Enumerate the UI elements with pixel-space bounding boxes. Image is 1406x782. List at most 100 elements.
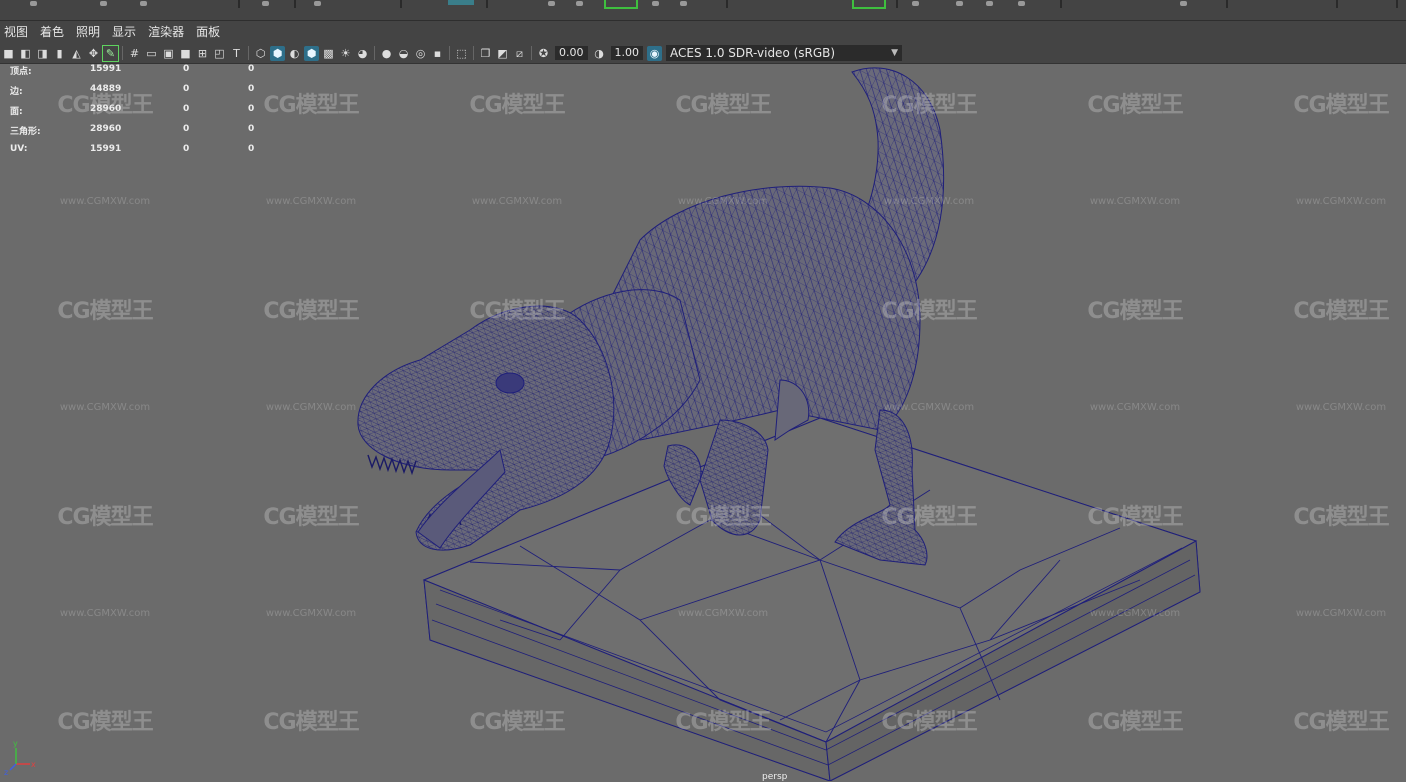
shelf-icon[interactable] [986, 1, 993, 6]
shelf-divider [400, 0, 402, 8]
shelf-icon[interactable] [140, 1, 147, 6]
snap-bracket-icon[interactable] [852, 0, 886, 9]
toolbar-divider [531, 46, 532, 60]
hud-selected: 0 [183, 84, 190, 94]
menu-lighting[interactable]: 照明 [72, 21, 108, 43]
select-camera-icon[interactable]: ■ [1, 46, 16, 61]
gamma-icon[interactable]: ◑ [592, 46, 607, 61]
wireframe-scene [357, 67, 1201, 781]
eye [495, 372, 525, 394]
shelf-divider [238, 0, 240, 8]
shadows-icon[interactable]: ◕ [355, 46, 370, 61]
hud-row-triangles: 三角形: 28960 0 0 [0, 120, 270, 140]
shelf-icon[interactable] [30, 1, 37, 6]
exposure-icon[interactable]: ✪ [536, 46, 551, 61]
shelf-icon[interactable] [680, 1, 687, 6]
hud-value: 15991 [90, 144, 122, 154]
shelf-icon[interactable] [314, 1, 321, 6]
menu-renderer[interactable]: 渲染器 [144, 21, 192, 43]
toolbar-divider [449, 46, 450, 60]
hud-selected: 0 [183, 144, 190, 154]
film-gate-icon[interactable]: ▭ [144, 46, 159, 61]
motion-blur-icon[interactable]: ◒ [396, 46, 411, 61]
grease-pencil-icon[interactable]: ✎ [102, 44, 119, 62]
hud-selected: 0 [183, 124, 190, 134]
hud-components: 0 [248, 104, 255, 114]
shelf-icon[interactable] [1018, 1, 1025, 6]
menu-show[interactable]: 显示 [108, 21, 144, 43]
hud-label: 边: [10, 87, 23, 97]
view-axis-gizmo: x y z [4, 739, 36, 776]
anti-aliasing-icon[interactable]: ◎ [413, 46, 428, 61]
shelf-divider [1060, 0, 1062, 8]
snap-bracket-icon[interactable] [604, 0, 638, 9]
bookmark-camera-icon[interactable]: ◨ [35, 46, 50, 61]
shelf-icon[interactable] [576, 1, 583, 6]
hud-components: 0 [248, 124, 255, 134]
default-material-icon[interactable]: ◐ [287, 46, 302, 61]
shelf-icon[interactable] [956, 1, 963, 6]
menu-view[interactable]: 视图 [0, 21, 36, 43]
hud-row-edges: 边: 44889 0 0 [0, 80, 270, 100]
axis-x-label: x [31, 760, 36, 769]
smooth-shade-icon[interactable]: ⬢ [270, 45, 285, 61]
depth-of-field-icon[interactable]: ▪ [430, 46, 445, 61]
xray-icon[interactable]: ❐ [478, 46, 493, 61]
shelf-strip [0, 0, 1406, 21]
camera-attributes-icon[interactable]: ◧ [18, 46, 33, 61]
safe-title-icon[interactable]: T [229, 46, 244, 61]
wireframe-on-shaded-icon[interactable]: ⬢ [304, 45, 319, 61]
shelf-icon[interactable] [262, 1, 269, 6]
hud-value: 15991 [90, 64, 122, 74]
viewport-3d[interactable]: CG模型王 CG模型王 CG模型王 CG模型王 CG模型王 CG模型王 CG模型… [0, 64, 1406, 781]
toolbar-divider [122, 46, 123, 60]
shelf-divider [294, 0, 296, 8]
shelf-divider [896, 0, 898, 8]
shelf-divider [726, 0, 728, 8]
hud-label: 顶点: [10, 67, 32, 77]
hud-value: 44889 [90, 84, 122, 94]
safe-action-icon[interactable]: ◰ [212, 46, 227, 61]
shelf-icon[interactable] [100, 1, 107, 6]
view-transform-value: ACES 1.0 SDR-video (sRGB) [670, 46, 836, 60]
shelf-icon[interactable] [548, 1, 555, 6]
hud-row-vertices: 顶点: 15991 0 0 [0, 60, 270, 80]
2d-pan-zoom-icon[interactable]: ✥ [86, 46, 101, 61]
xray-active-components-icon[interactable]: ◩ [495, 46, 510, 61]
gate-mask-icon[interactable]: ■ [178, 46, 193, 61]
isolate-select-icon[interactable]: ⬚ [454, 46, 469, 61]
textured-icon[interactable]: ▩ [321, 46, 336, 61]
chevron-down-icon: ▼ [891, 48, 898, 58]
use-all-lights-icon[interactable]: ☀ [338, 46, 353, 61]
view-transform-select[interactable]: ACES 1.0 SDR-video (sRGB) ▼ [666, 45, 902, 61]
gamma-field[interactable]: 1.00 [610, 46, 643, 60]
menu-panels[interactable]: 面板 [192, 21, 228, 43]
shelf-icon[interactable] [1180, 1, 1187, 6]
hud-components: 0 [248, 64, 255, 74]
grid-icon[interactable]: # [127, 46, 142, 61]
shelf-icon[interactable] [652, 1, 659, 6]
hud-components: 0 [248, 144, 255, 154]
hud-label: 三角形: [10, 127, 41, 137]
shelf-active-icon[interactable] [448, 0, 474, 5]
image-plane-icon[interactable]: ◭ [69, 46, 84, 61]
poly-count-hud: 顶点: 15991 0 0 边: 44889 0 0 面: 28960 0 0 … [0, 60, 270, 160]
field-chart-icon[interactable]: ⊞ [195, 46, 210, 61]
hud-value: 28960 [90, 124, 122, 134]
hud-row-uvs: UV: 15991 0 0 [0, 140, 270, 160]
hud-components: 0 [248, 84, 255, 94]
shelf-icon[interactable] [912, 1, 919, 6]
resolution-gate-icon[interactable]: ▣ [161, 46, 176, 61]
wireframe-icon[interactable]: ⬡ [253, 46, 268, 61]
screen-space-ao-icon[interactable]: ● [379, 46, 394, 61]
exposure-field[interactable]: 0.00 [555, 46, 588, 60]
xray-joints-icon[interactable]: ⧄ [512, 46, 527, 61]
bookmark-icon[interactable]: ▮ [52, 46, 67, 61]
shelf-divider [486, 0, 488, 8]
menu-shading[interactable]: 着色 [36, 21, 72, 43]
color-management-icon[interactable]: ◉ [647, 45, 662, 61]
shelf-divider [1336, 0, 1338, 8]
axis-z-label: z [4, 768, 8, 776]
hud-row-faces: 面: 28960 0 0 [0, 100, 270, 120]
hud-label: 面: [10, 107, 23, 117]
